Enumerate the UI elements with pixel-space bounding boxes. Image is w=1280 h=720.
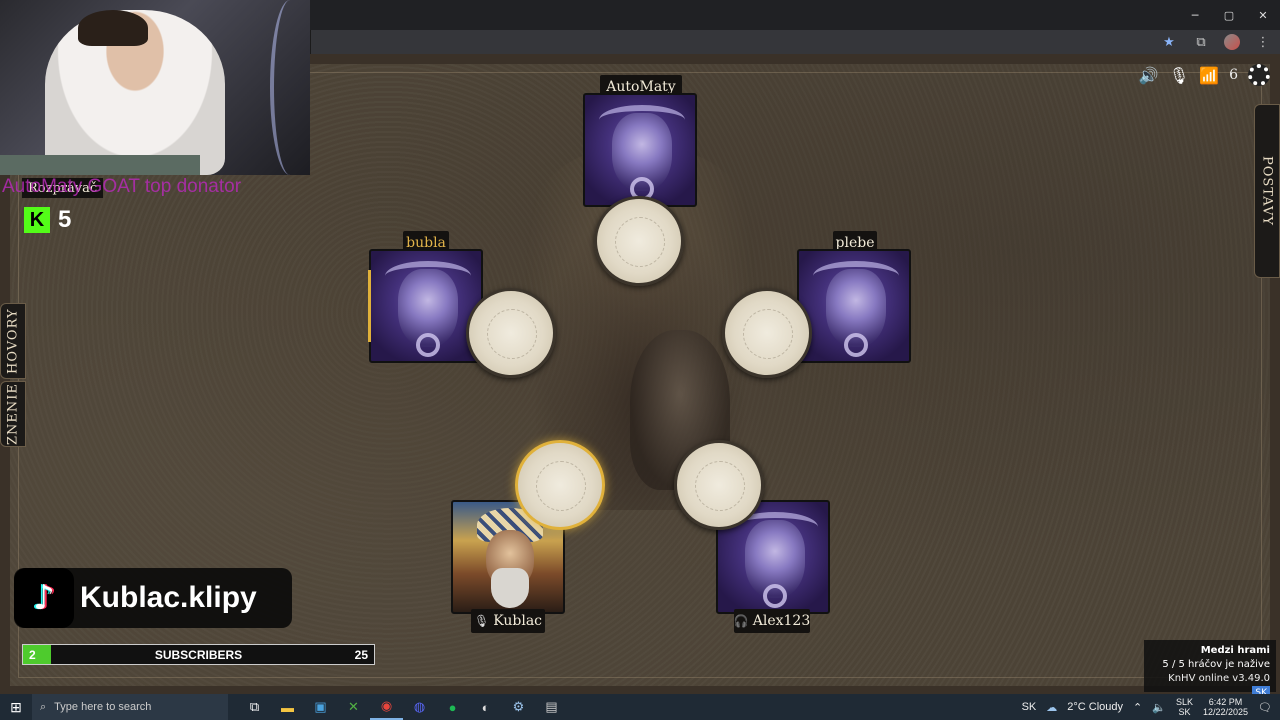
clock-date: 12/22/2025 — [1202, 707, 1249, 717]
search-placeholder: Type here to search — [54, 701, 152, 713]
steam-icon[interactable]: ⚙ — [502, 694, 535, 720]
card-art-ring — [763, 584, 787, 608]
notifications-icon[interactable]: 🗨 — [1258, 701, 1272, 714]
kbd-lang-top: SLK — [1175, 697, 1193, 707]
taskbar-search[interactable]: ⌕ Type here to search — [32, 694, 228, 720]
players-alive: 5 / 5 hráčov je nažive — [1162, 659, 1270, 670]
obs-icon[interactable]: ◐ — [469, 694, 502, 720]
windows-start-icon[interactable]: ⊞ — [0, 694, 32, 720]
keyboard-language[interactable]: SLK SK — [1176, 697, 1193, 717]
tiktok-handle: Kublac.klipy — [80, 581, 257, 614]
xbox-icon[interactable]: ✕ — [337, 694, 370, 720]
player-token-kublac[interactable] — [515, 440, 605, 530]
version-text: KnHV online v3.49.0 — [1168, 673, 1270, 684]
maximize-button[interactable]: ▢ — [1212, 0, 1246, 30]
player-name-alex123: Alex123 — [752, 613, 811, 629]
tab-postavy[interactable]: POSTAVY — [1254, 104, 1280, 278]
player-token-alex123[interactable] — [674, 440, 764, 530]
notepad-icon[interactable]: ▤ — [535, 694, 568, 720]
clock-time: 6:42 PM — [1208, 697, 1243, 707]
menu-kebab-icon[interactable]: ⋮ — [1254, 33, 1272, 51]
tray-lang[interactable]: SK — [1022, 701, 1037, 713]
subscriber-goal: 25 — [354, 648, 368, 662]
store-icon[interactable]: ▣ — [304, 694, 337, 720]
kick-logo-icon: K — [24, 207, 50, 233]
headphones-icon: 🎧 — [733, 614, 749, 628]
minimize-button[interactable]: ─ — [1178, 0, 1212, 30]
player-nameplate-alex123: 🎧 Alex123 — [734, 609, 810, 633]
subscriber-goal-bar: 2 SUBSCRIBERS 25 — [22, 644, 375, 665]
task-view-icon[interactable]: ⧉ — [238, 694, 271, 720]
player-token-bubla[interactable] — [466, 288, 556, 378]
player-token-automaty[interactable] — [594, 196, 684, 286]
window-controls: ─ ▢ ✕ — [1178, 0, 1280, 30]
tray-chevron-icon[interactable]: ⌃ — [1133, 701, 1142, 714]
player-card-bubla[interactable] — [369, 249, 483, 363]
system-tray: SK ☁ 2°C Cloudy ⌃ 🔈 SLK SK 6:42 PM 12/22… — [1022, 694, 1280, 720]
webcam-overlay — [0, 0, 310, 175]
active-player-indicator — [368, 270, 371, 342]
tiktok-logo-icon: ♪ — [14, 568, 74, 628]
close-button[interactable]: ✕ — [1246, 0, 1280, 30]
kick-viewers: K 5 — [24, 206, 71, 234]
player-card-plebe[interactable] — [797, 249, 911, 363]
player-card-automaty[interactable] — [583, 93, 697, 207]
weather-icon: ☁ — [1046, 701, 1058, 714]
extensions-icon[interactable]: ⧉ — [1192, 33, 1210, 51]
chrome-icon[interactable]: ◉ — [370, 694, 403, 720]
volume-icon[interactable]: 🔈 — [1152, 701, 1166, 714]
kick-viewer-count: 5 — [58, 206, 72, 233]
player-name-kublac: Kublac — [493, 613, 543, 629]
search-icon: ⌕ — [40, 700, 47, 713]
taskbar: ⊞ ⌕ Type here to search ⧉ ▬ ▣ ✕ ◉ ◍ ● ◐ … — [0, 694, 1280, 720]
spotify-icon[interactable]: ● — [436, 694, 469, 720]
keyboard — [0, 155, 200, 175]
donator-alert: AutoMaty GOAT top donator — [2, 176, 242, 197]
player-token-plebe[interactable] — [722, 288, 812, 378]
speaker-icon[interactable]: 🔊 — [1139, 66, 1159, 85]
mic-muted-icon: 🎙 — [473, 614, 490, 628]
tiktok-banner: ♪ Kublac.klipy — [14, 568, 292, 628]
profile-avatar-icon[interactable] — [1224, 34, 1240, 50]
file-explorer-icon[interactable]: ▬ — [271, 694, 304, 720]
portrait-beard — [491, 568, 529, 608]
settings-gear-icon[interactable] — [1248, 64, 1270, 86]
connection-count: 6 — [1229, 67, 1238, 83]
streamer-hair — [78, 10, 148, 46]
mic-muted-icon[interactable]: 🎙 — [1169, 66, 1189, 85]
game-phase: Medzi hrami — [1200, 645, 1270, 656]
game-info-panel: Medzi hrami 5 / 5 hráčov je nažive KnHV … — [1144, 640, 1276, 700]
card-art-ring — [416, 333, 440, 357]
clock[interactable]: 6:42 PM 12/22/2025 — [1203, 697, 1248, 717]
hud-icons: 🔊 🎙 📶 6 — [1139, 64, 1270, 86]
kbd-lang-bottom: SK — [1178, 707, 1191, 717]
bookmark-star-icon[interactable]: ★ — [1160, 33, 1178, 51]
address-bar[interactable]: ★ ⧉ ⋮ — [311, 30, 1280, 54]
tab-hovory[interactable]: HOVORY — [0, 303, 26, 379]
subscriber-label: SUBSCRIBERS — [154, 648, 243, 662]
weather-text[interactable]: 2°C Cloudy — [1067, 701, 1123, 713]
player-nameplate-kublac: 🎙 Kublac — [471, 609, 545, 633]
tab-znenie[interactable]: ZNENIE — [0, 381, 26, 447]
taskbar-apps: ⧉ ▬ ▣ ✕ ◉ ◍ ● ◐ ⚙ ▤ — [238, 694, 568, 720]
ring-light — [270, 0, 310, 175]
card-art-ring — [844, 333, 868, 357]
wifi-icon: 📶 — [1199, 65, 1220, 85]
discord-icon[interactable]: ◍ — [403, 694, 436, 720]
